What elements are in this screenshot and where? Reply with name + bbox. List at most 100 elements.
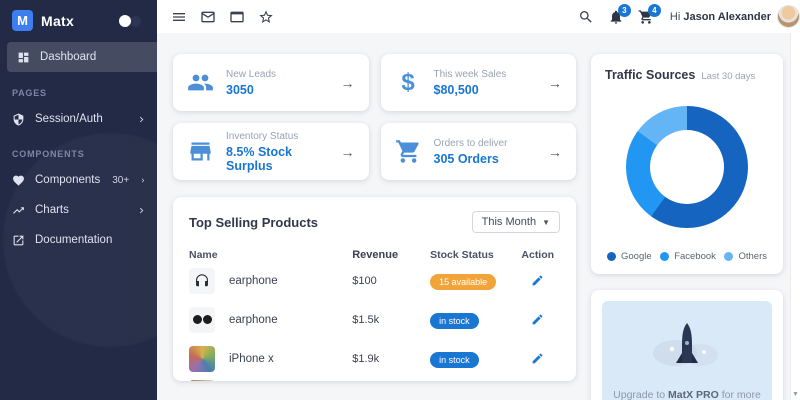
- metric-card-week-sales[interactable]: $ This week Sales $80,500 →: [380, 54, 576, 111]
- sidebar-section-pages: PAGES: [12, 88, 47, 98]
- metric-label: Inventory Status: [226, 130, 299, 142]
- metric-value: 3050: [226, 82, 254, 97]
- search-button[interactable]: [578, 9, 594, 25]
- sidebar-item-documentation[interactable]: Documentation: [0, 226, 157, 254]
- mail-icon[interactable]: [200, 9, 216, 25]
- chevron-right-icon: [139, 116, 144, 122]
- chevron-down-icon: ▼: [542, 217, 550, 227]
- earbuds-photo: [189, 306, 215, 333]
- column-header-name: Name: [189, 249, 218, 261]
- column-header-revenue: Revenue: [352, 249, 399, 261]
- traffic-donut-chart: [626, 105, 748, 228]
- sidebar-item-session-auth[interactable]: Session/Auth: [0, 105, 157, 133]
- menu-icon[interactable]: [171, 9, 187, 25]
- top-selling-products-card: Top Selling Products This Month ▼ Name R…: [173, 197, 576, 381]
- column-header-stock-status: Stock Status: [430, 249, 494, 261]
- partial-product-photo: [189, 380, 215, 381]
- user-greeting: Hi Jason Alexander: [669, 10, 771, 23]
- scrollbar-down-arrow[interactable]: ▼: [792, 391, 799, 398]
- notification-count-badge: 3: [617, 3, 631, 17]
- edit-icon[interactable]: [531, 352, 544, 365]
- upgrade-card: Upgrade to MatX PRO for more resources: [591, 290, 783, 400]
- metric-texts: This week Sales $80,500: [434, 69, 507, 97]
- metric-texts: Orders to deliver 305 Orders: [434, 138, 508, 166]
- traffic-sources-card: Traffic Sources Last 30 days Google Face…: [591, 54, 783, 274]
- window-icon[interactable]: [229, 9, 245, 25]
- sidebar: M Matx Dashboard PAGES Session/Auth COMP…: [0, 0, 157, 400]
- upgrade-pro-link[interactable]: Upgrade to MatX PRO for more resources: [602, 301, 772, 400]
- sidebar-item-charts[interactable]: Charts: [0, 196, 157, 224]
- stock-status-badge: in stock: [430, 351, 479, 368]
- arrow-right-icon[interactable]: →: [341, 75, 355, 91]
- right-column: Traffic Sources Last 30 days Google Face…: [591, 54, 783, 400]
- search-icon: [579, 10, 592, 23]
- filter-value: This Month: [481, 216, 537, 228]
- topbar-right: 3 4 Hi Jason Alexander: [564, 3, 800, 28]
- arrow-right-icon[interactable]: →: [341, 144, 355, 160]
- arrow-right-icon[interactable]: →: [548, 144, 562, 160]
- star-icon[interactable]: [258, 9, 274, 25]
- edit-icon[interactable]: [531, 274, 544, 287]
- metric-value: 305 Orders: [433, 151, 499, 166]
- metric-label: New Leads: [226, 68, 277, 80]
- table-row: earphone $1.5k in stock: [189, 300, 560, 339]
- headphones-photo: [189, 267, 215, 294]
- user-avatar[interactable]: [777, 5, 800, 28]
- legend-item-facebook: Facebook: [660, 251, 716, 262]
- dashboard-icon: [18, 52, 29, 62]
- toggle-thumb: [119, 14, 131, 27]
- sidebar-item-components[interactable]: Components 30+: [0, 166, 157, 194]
- matx-pro-label: MatX PRO: [668, 389, 719, 400]
- sidenav-mode-toggle[interactable]: [119, 14, 145, 27]
- metric-label: This week Sales: [433, 68, 507, 80]
- edit-icon[interactable]: [531, 313, 544, 326]
- legend-dot: [660, 252, 670, 261]
- traffic-sources-subtitle: Last 30 days: [701, 71, 756, 82]
- rocket-illustration: [642, 319, 732, 371]
- metric-card-new-leads[interactable]: New Leads 3050 →: [173, 54, 369, 111]
- username: Jason Alexander: [683, 10, 771, 23]
- chevron-right-icon: [139, 207, 144, 213]
- main-content: New Leads 3050 → $ This week Sales $80,5…: [157, 33, 790, 400]
- legend-dot: [607, 252, 616, 261]
- cart-button[interactable]: 4: [638, 3, 661, 25]
- table-row: earphone $100 15 available: [189, 261, 560, 300]
- launch-icon: [13, 235, 24, 245]
- store-icon: [190, 142, 211, 161]
- metric-card-inventory[interactable]: Inventory Status 8.5% Stock Surplus →: [173, 123, 369, 180]
- metric-card-orders[interactable]: Orders to deliver 305 Orders →: [380, 123, 576, 180]
- product-revenue: $1.9k: [352, 352, 380, 365]
- traffic-sources-title: Traffic Sources: [605, 68, 696, 82]
- metric-texts: New Leads 3050: [226, 69, 276, 97]
- table-row: iPhone x $1.9k in stock: [189, 339, 560, 378]
- arrow-right-icon[interactable]: →: [548, 75, 562, 91]
- product-revenue: $1.5k: [352, 313, 380, 326]
- month-filter-dropdown[interactable]: This Month ▼: [471, 211, 560, 233]
- notifications-button[interactable]: 3: [608, 3, 631, 25]
- upgrade-text: Upgrade to MatX PRO for more resources: [613, 389, 761, 400]
- matx-logo-icon: M: [12, 10, 33, 31]
- legend-item-google: Google: [607, 251, 652, 262]
- table-header-row: Name Revenue Stock Status Action: [189, 249, 560, 261]
- product-revenue: $100: [352, 274, 377, 287]
- sidebar-section-components: COMPONENTS: [12, 149, 85, 159]
- sidebar-item-label: Dashboard: [40, 51, 97, 63]
- product-name: earphone: [229, 274, 278, 287]
- chart-legend: Google Facebook Others: [605, 251, 769, 264]
- shield-icon: [13, 113, 24, 125]
- left-column: New Leads 3050 → $ This week Sales $80,5…: [173, 54, 576, 400]
- metric-value: $80,500: [433, 82, 479, 97]
- topbar: 3 4 Hi Jason Alexander: [157, 0, 800, 33]
- stock-status-badge: in stock: [430, 312, 479, 329]
- metric-value: 8.5% Stock Surplus: [226, 144, 293, 173]
- metric-cards: New Leads 3050 → $ This week Sales $80,5…: [173, 54, 576, 180]
- sidebar-item-label: Charts: [35, 204, 69, 216]
- chevron-right-icon: [141, 178, 145, 182]
- sidebar-item-dashboard[interactable]: Dashboard: [7, 42, 157, 72]
- metric-texts: Inventory Status 8.5% Stock Surplus: [226, 131, 341, 173]
- products-title: Top Selling Products: [189, 214, 319, 230]
- scrollbar[interactable]: ▼: [790, 33, 800, 400]
- app-title: Matx: [41, 12, 75, 29]
- phone-cases-photo: [189, 345, 215, 372]
- cart-count-badge: 4: [647, 3, 661, 17]
